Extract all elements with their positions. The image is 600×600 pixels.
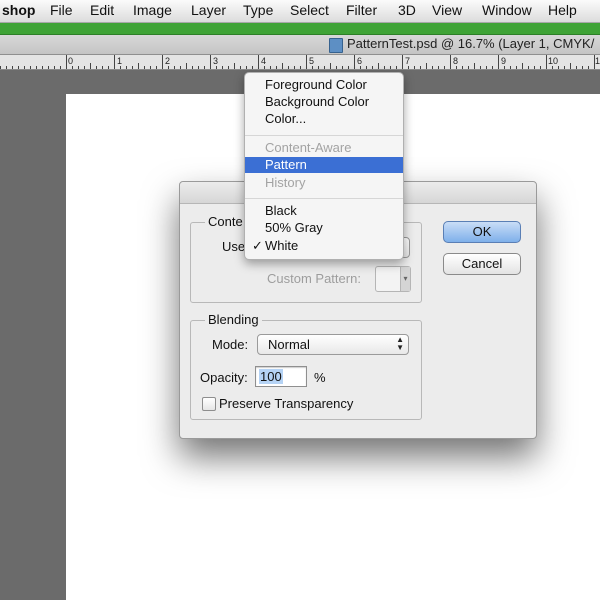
menu-item-content-aware: Content-Aware [245, 140, 403, 156]
custom-pattern-label: Custom Pattern: [267, 271, 361, 286]
menu-item-label: White [265, 238, 299, 253]
opacity-input[interactable]: 100 [255, 366, 307, 387]
horizontal-ruler[interactable] [0, 55, 600, 70]
ruler-label-4: 4 [261, 56, 267, 66]
preserve-transparency-label[interactable]: Preserve Transparency [219, 396, 353, 411]
ruler-label-9: 9 [501, 56, 507, 66]
use-dropdown-menu: Foreground Color Background Color Color.… [244, 72, 404, 260]
menu-bar: shop File Edit Image Layer Type Select F… [0, 0, 600, 23]
menu-item-50-gray[interactable]: 50% Gray [245, 220, 403, 236]
use-label: Use [222, 239, 246, 254]
ruler-label-0: 0 [68, 56, 74, 66]
ruler-label-5: 5 [309, 56, 315, 66]
menu-layer[interactable]: Layer [191, 2, 226, 18]
menu-edit[interactable]: Edit [90, 2, 114, 18]
menu-item-label: Color... [265, 111, 307, 126]
opacity-value: 100 [259, 369, 283, 384]
menu-type[interactable]: Type [243, 2, 273, 18]
mode-value: Normal [268, 337, 310, 352]
menu-item-foreground-color[interactable]: Foreground Color [245, 77, 403, 93]
menu-window[interactable]: Window [482, 2, 532, 18]
menu-select[interactable]: Select [290, 2, 329, 18]
opacity-unit: % [314, 370, 326, 385]
application-bar [0, 23, 600, 35]
ruler-label-2: 2 [165, 56, 171, 66]
menu-item-label: History [265, 175, 306, 190]
cancel-button[interactable]: Cancel [443, 253, 521, 275]
ruler-label-3: 3 [213, 56, 219, 66]
menu-item-pattern[interactable]: Pattern [245, 157, 403, 173]
ruler-label-10: 10 [548, 56, 559, 66]
menu-item-color[interactable]: Color... [245, 111, 403, 127]
menu-separator [245, 198, 403, 199]
menu-file[interactable]: File [50, 2, 73, 18]
menu-filter[interactable]: Filter [346, 2, 377, 18]
menu-item-label: Background Color [265, 94, 370, 109]
ruler-label-7: 7 [405, 56, 411, 66]
menu-item-black[interactable]: Black [245, 203, 403, 219]
menu-item-history: History [245, 175, 403, 191]
ruler-label-6: 6 [357, 56, 363, 66]
chevron-down-icon: ▾ [400, 267, 410, 291]
updown-arrows-icon: ▲ ▼ [396, 335, 404, 352]
menu-image[interactable]: Image [133, 2, 172, 18]
opacity-label: Opacity: [200, 370, 248, 385]
menu-item-label: Foreground Color [265, 77, 367, 92]
ok-button[interactable]: OK [443, 221, 521, 243]
menu-item-background-color[interactable]: Background Color [245, 94, 403, 110]
menu-view[interactable]: View [432, 2, 462, 18]
menu-help[interactable]: Help [548, 2, 577, 18]
psd-file-icon [329, 38, 343, 53]
menu-3d[interactable]: 3D [398, 2, 416, 18]
menu-separator [245, 135, 403, 136]
ruler-ticks [0, 55, 595, 69]
mode-select[interactable]: Normal ▲ ▼ [257, 334, 409, 355]
menu-item-label: Content-Aware [265, 140, 352, 155]
menu-item-label: Pattern [265, 157, 307, 172]
custom-pattern-picker[interactable]: ▾ [375, 266, 411, 292]
menu-item-label: Black [265, 203, 297, 218]
preserve-transparency-checkbox[interactable] [202, 397, 216, 411]
contents-group-label: Conte [205, 214, 246, 229]
blending-group-label: Blending [205, 312, 262, 327]
ruler-label-1: 1 [117, 56, 123, 66]
app-menu[interactable]: shop [2, 2, 35, 18]
menu-item-white[interactable]: ✓ White [245, 238, 403, 254]
menu-item-label: 50% Gray [265, 220, 323, 235]
checkmark-icon: ✓ [252, 238, 263, 253]
ruler-label-11: 11 [595, 56, 600, 66]
document-tab[interactable]: PatternTest.psd @ 16.7% (Layer 1, CMYK/ [347, 36, 594, 51]
mode-label: Mode: [212, 337, 249, 352]
ruler-label-8: 8 [453, 56, 459, 66]
